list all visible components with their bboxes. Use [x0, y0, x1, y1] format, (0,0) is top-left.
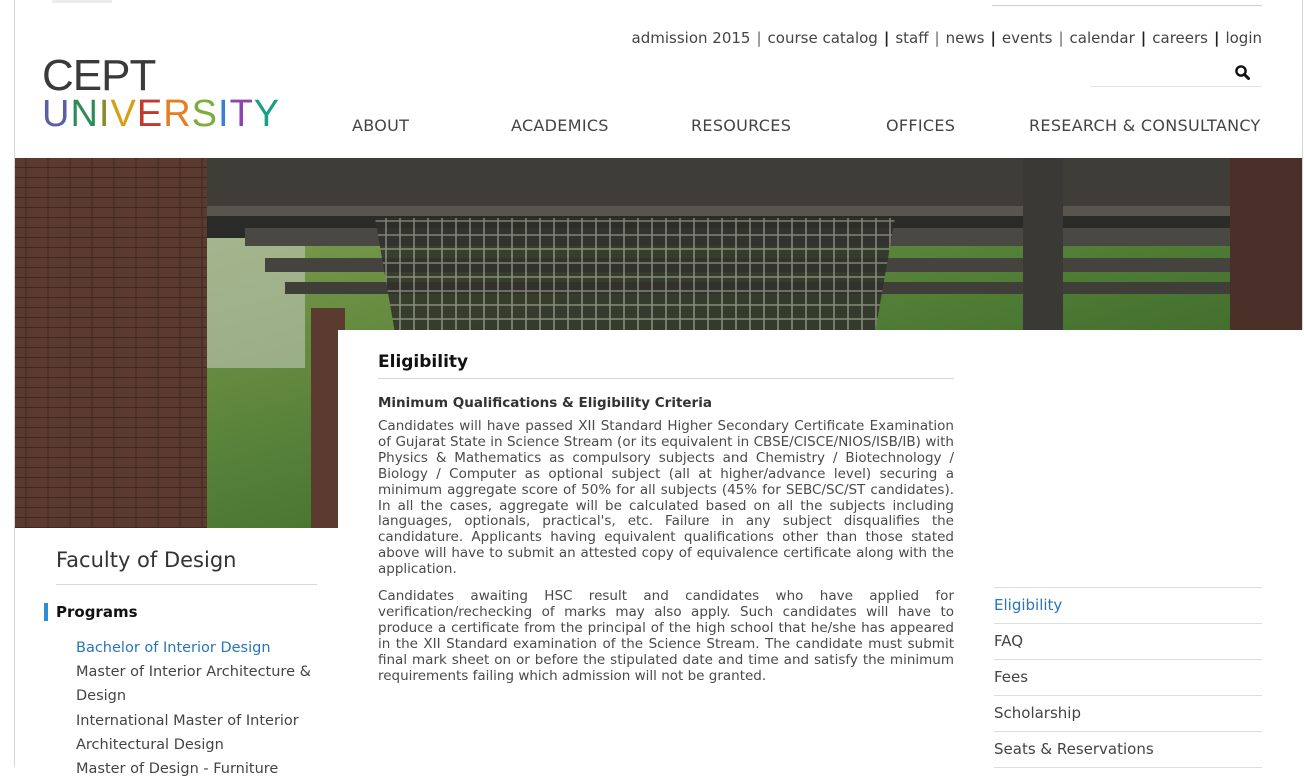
utility-separator: | — [1140, 29, 1147, 47]
program-item[interactable]: International Master of Interior Archite… — [76, 709, 321, 757]
utility-link-calendar[interactable]: calendar — [1070, 29, 1135, 47]
search-box[interactable] — [1090, 60, 1262, 87]
utility-link-staff[interactable]: staff — [895, 29, 928, 47]
utility-separator: | — [990, 29, 996, 47]
logo-cept-text: CEPT — [42, 51, 156, 100]
side-menu-item-eligibility[interactable]: Eligibility — [994, 588, 1262, 624]
nav-academics[interactable]: ACADEMICS — [511, 116, 609, 135]
main-nav: ABOUT ACADEMICS RESOURCES OFFICES RESEAR… — [0, 116, 1304, 138]
top-decoration — [52, 0, 112, 3]
nav-research-consultancy[interactable]: RESEARCH & CONSULTANCY — [1029, 116, 1261, 135]
section-subtitle: Minimum Qualifications & Eligibility Cri… — [378, 395, 712, 411]
utility-separator: | — [934, 29, 940, 47]
utility-link-news[interactable]: news — [946, 29, 985, 47]
side-menu-item-seats-reservations[interactable]: Seats & Reservations — [994, 732, 1262, 768]
search-icon[interactable] — [1234, 64, 1252, 82]
side-menu-item-faq[interactable]: FAQ — [994, 624, 1262, 660]
nav-about[interactable]: ABOUT — [352, 116, 409, 135]
utility-link-admission[interactable]: admission 2015 — [632, 29, 751, 47]
side-menu-item-fees[interactable]: Fees — [994, 660, 1262, 696]
page-title: Eligibility — [378, 352, 954, 379]
faculty-title: Faculty of Design — [56, 548, 317, 585]
side-menu-item-scholarship[interactable]: Scholarship — [994, 696, 1262, 732]
utility-nav: admission 2015 | course catalog | staff | news… — [632, 29, 1262, 47]
utility-link-events[interactable]: events — [1002, 29, 1053, 47]
eligibility-paragraph: Candidates will have passed XII Standard… — [378, 418, 954, 578]
utility-separator: | — [1213, 29, 1220, 47]
utility-link-course-catalog[interactable]: course catalog — [768, 29, 878, 47]
programs-heading: Programs — [44, 603, 138, 621]
program-item[interactable]: Bachelor of Interior Design — [76, 636, 321, 660]
utility-link-careers[interactable]: careers — [1152, 29, 1208, 47]
content-area: Eligibility Minimum Qualifications & Eli… — [378, 352, 954, 696]
utility-separator: | — [883, 29, 890, 47]
program-item[interactable]: Master of Design - Furniture — [76, 757, 321, 781]
eligibility-paragraph: Candidates awaiting HSC result and candi… — [378, 588, 954, 684]
utility-link-login[interactable]: login — [1225, 29, 1262, 47]
nav-resources[interactable]: RESOURCES — [691, 116, 791, 135]
top-rule — [992, 5, 1262, 6]
program-list: Bachelor of Interior Design Master of In… — [76, 636, 321, 781]
program-item[interactable]: Master of Interior Architecture & Design — [76, 660, 321, 708]
utility-separator: | — [756, 29, 762, 47]
nav-offices[interactable]: OFFICES — [886, 116, 955, 135]
side-menu: Eligibility FAQ Fees Scholarship Seats &… — [994, 587, 1262, 768]
utility-separator: | — [1058, 29, 1064, 47]
